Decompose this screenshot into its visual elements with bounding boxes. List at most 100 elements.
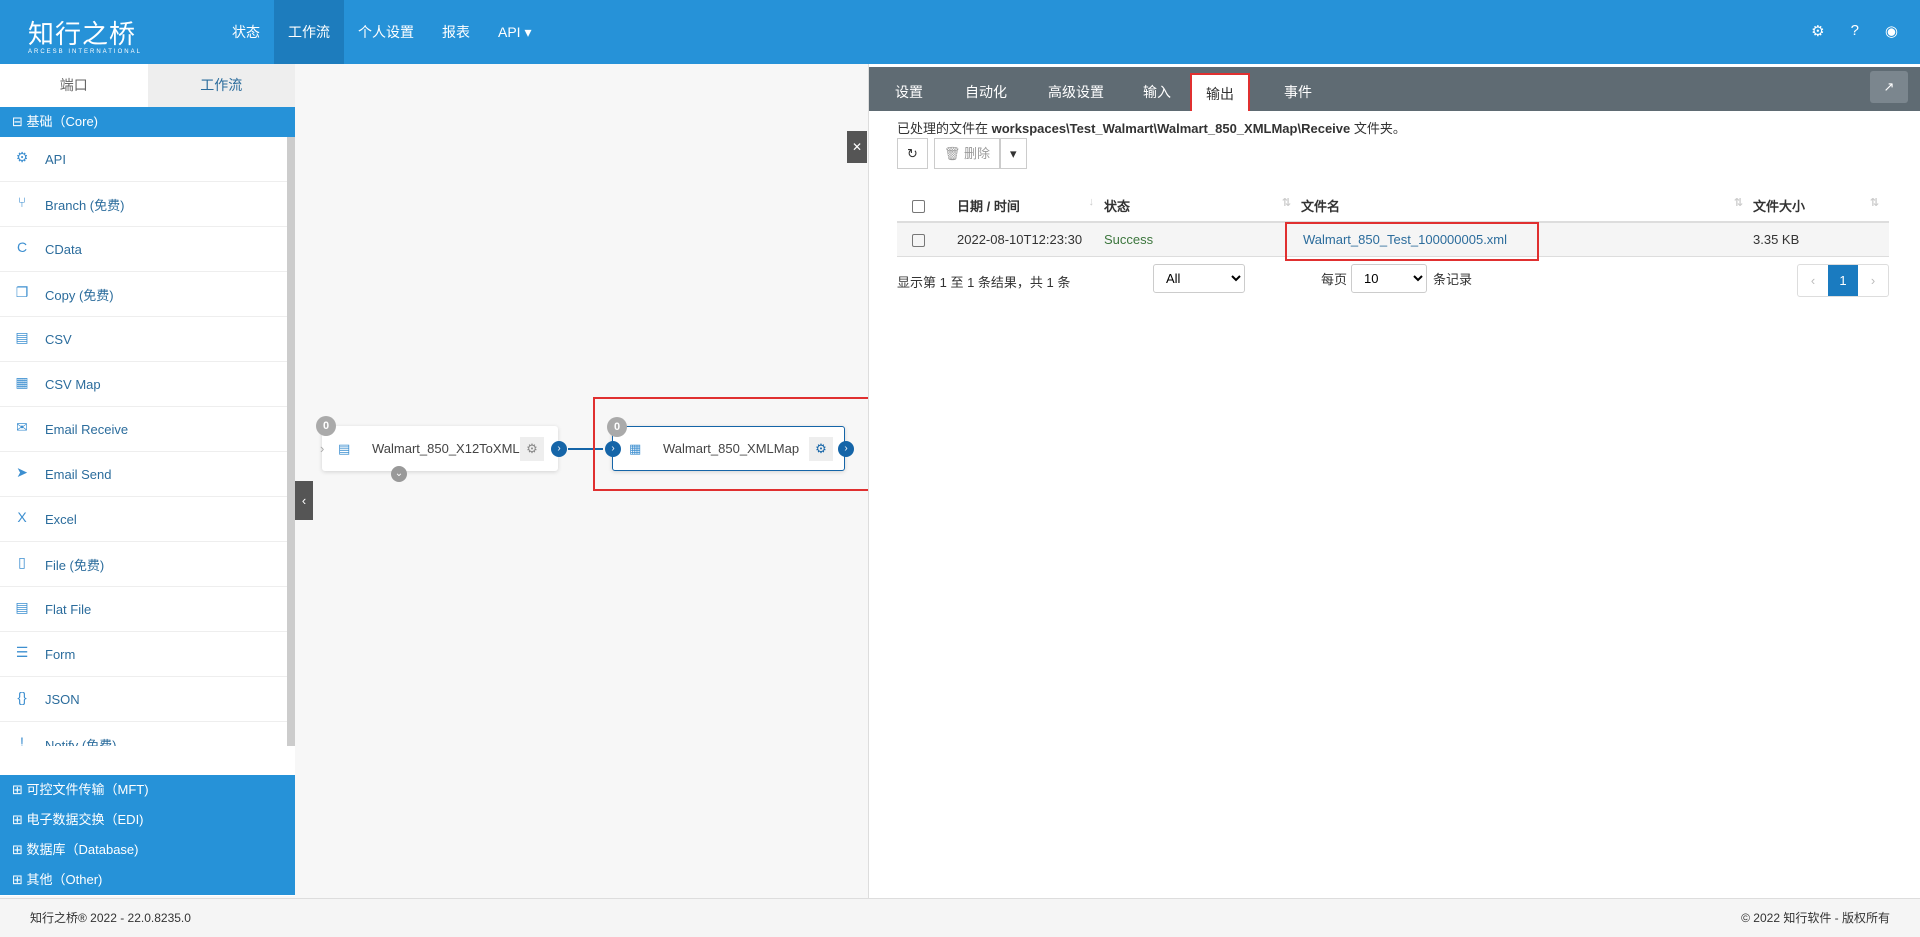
connector-item[interactable]: ⑂ Branch (免费) xyxy=(0,182,287,227)
properties-panel: 设置 自动化 高级设置 输入 输出 事件 ↗ 已处理的文件在 workspace… xyxy=(868,64,1920,898)
tab-input[interactable]: 输入 xyxy=(1143,67,1171,111)
nav-api[interactable]: API ▾ xyxy=(484,0,545,64)
category-list: ⊞ 可控文件传输（MFT) ⊞ 电子数据交换（EDI) ⊞ 数据库（Database… xyxy=(0,775,295,895)
node-name: Walmart_850_XMLMap xyxy=(663,441,800,456)
nav-profile[interactable]: 个人设置 xyxy=(344,0,428,64)
close-panel-button[interactable]: ✕ xyxy=(847,131,867,163)
connector-item[interactable]: ❐ Copy (免费) xyxy=(0,272,287,317)
gear-icon[interactable]: ⚙ xyxy=(1811,22,1824,40)
tab-output[interactable]: 输出 xyxy=(1190,73,1250,111)
connector-icon: ⑂ xyxy=(17,194,27,210)
connector-label: API xyxy=(45,151,66,167)
category-item[interactable]: ⊞ 电子数据交换（EDI) xyxy=(0,805,295,835)
info-prefix: 已处理的文件在 xyxy=(897,121,992,136)
connector-icon: ☰ xyxy=(15,644,29,660)
category-item[interactable]: ⊞ 可控文件传输（MFT) xyxy=(0,775,295,805)
highlight-box xyxy=(1285,222,1539,261)
connector-icon: ⚙ xyxy=(15,149,29,165)
category-core[interactable]: ⊟ 基础（Core) xyxy=(0,107,295,137)
delete-dropdown-button[interactable]: ▾ xyxy=(1000,138,1027,169)
node-xmlmap[interactable]: 0 › ▦ Walmart_850_XMLMap ⚙ › xyxy=(605,417,854,471)
connector-label: Excel xyxy=(45,511,77,527)
col-size[interactable]: 文件大小 ⇅ xyxy=(1753,190,1889,223)
node-settings-icon[interactable]: ⚙ xyxy=(520,436,544,461)
status-filter[interactable]: All xyxy=(1153,264,1245,293)
delete-button[interactable]: 🗑 删除 xyxy=(933,138,1001,169)
sidebar: 端口 工作流 ⊟ 基础（Core) ⚙ API ⑂ Branch (免费) C CData… xyxy=(0,64,295,896)
footer: 知行之桥® 2022 - 22.0.8235.0 © 2022 知行软件 - 版… xyxy=(0,898,1920,937)
connector-item[interactable]: X Excel xyxy=(0,497,287,542)
input-port[interactable]: › xyxy=(320,441,324,456)
tab-events[interactable]: 事件 xyxy=(1284,67,1312,111)
connector-icon: C xyxy=(16,239,28,255)
connector-item[interactable]: ➤ Email Send xyxy=(0,452,287,497)
help-icon[interactable]: ? xyxy=(1851,22,1859,40)
xmlmap-icon: ▦ xyxy=(629,440,642,456)
connector-item[interactable]: ! Notify (免费) xyxy=(0,722,287,746)
logo-subtext: ARCESB INTERNATIONAL xyxy=(28,49,142,55)
external-link-icon[interactable]: ↗ xyxy=(1870,71,1908,103)
col-status[interactable]: 状态 ⇅ xyxy=(1104,190,1301,223)
col-filename[interactable]: 文件名 ⇅ xyxy=(1301,190,1753,223)
connector-label: Email Send xyxy=(45,466,112,482)
nav-status[interactable]: 状态 xyxy=(218,0,274,64)
select-all-checkbox[interactable] xyxy=(912,200,925,214)
connector-label: File (免费) xyxy=(45,557,105,573)
nav-reports[interactable]: 报表 xyxy=(428,0,484,64)
col-date[interactable]: 日期 / 时间 ↓ xyxy=(957,190,1104,223)
pagination: ‹ 1 › xyxy=(1797,264,1889,297)
row-status: Success xyxy=(1104,222,1301,257)
output-port[interactable]: › xyxy=(551,440,567,457)
table-row: 2022-08-10T12:23:30 Success Walmart_850_… xyxy=(897,222,1889,261)
node-count-badge: 0 xyxy=(607,417,627,437)
connector-item[interactable]: ⚙ API xyxy=(0,137,287,182)
node-count-badge: 0 xyxy=(316,416,336,436)
workflow-canvas: ✕ ‹ 0 › ▤ Walmart_850_X12ToXML ⚙ › ⌄ 0 ›… xyxy=(295,64,876,898)
row-size: 3.35 KB xyxy=(1753,222,1889,257)
connector-icon: ▯ xyxy=(18,554,26,570)
node-x12toxml[interactable]: 0 › ▤ Walmart_850_X12ToXML ⚙ › ⌄ xyxy=(316,416,567,482)
next-page-button[interactable]: › xyxy=(1858,265,1888,296)
tab-settings[interactable]: 设置 xyxy=(895,67,923,111)
connector-icon: ✉ xyxy=(16,419,28,435)
connector-item[interactable]: {} JSON xyxy=(0,677,287,722)
refresh-button[interactable]: ↻ xyxy=(897,138,928,169)
tab-automation[interactable]: 自动化 xyxy=(965,67,1007,111)
category-item[interactable]: ⊞ 数据库（Database) xyxy=(0,835,295,865)
prev-page-button[interactable]: ‹ xyxy=(1798,265,1828,296)
connector-icon: ➤ xyxy=(16,464,28,480)
tab-connectors[interactable]: 端口 xyxy=(0,64,148,107)
page-1-button[interactable]: 1 xyxy=(1828,265,1858,296)
main-nav: 状态 工作流 个人设置 报表 API ▾ xyxy=(218,0,545,64)
output-port[interactable]: › xyxy=(838,440,854,457)
connector-list: ⚙ API ⑂ Branch (免费) C CData ❐ Copy (免费) ▤ CSV ▦ CSV… xyxy=(0,137,295,746)
connector-label: Copy (免费) xyxy=(45,287,114,303)
connector-label: Form xyxy=(45,646,76,662)
logo[interactable]: 知行之桥 ARCESB INTERNATIONAL xyxy=(28,14,142,55)
connector-icon: {} xyxy=(17,689,27,705)
tab-workflows[interactable]: 工作流 xyxy=(148,64,296,107)
per-page-select[interactable]: 10 xyxy=(1351,264,1427,293)
records-label: 条记录 xyxy=(1433,272,1473,287)
connector-label: CSV xyxy=(45,331,72,347)
connector-item[interactable]: C CData xyxy=(0,227,287,272)
connector-item[interactable]: ▤ CSV xyxy=(0,317,287,362)
expand-icon[interactable]: ⌄ xyxy=(391,466,407,482)
connector-label: CData xyxy=(45,241,82,257)
connector-item[interactable]: ▦ CSV Map xyxy=(0,362,287,407)
connector-item[interactable]: ☰ Form xyxy=(0,632,287,677)
connector-item[interactable]: ✉ Email Receive xyxy=(0,407,287,452)
tab-advanced[interactable]: 高级设置 xyxy=(1048,67,1104,111)
collapse-sidebar-button[interactable]: ‹ xyxy=(295,481,313,520)
per-page-label: 每页 xyxy=(1321,272,1348,287)
row-checkbox[interactable] xyxy=(912,233,925,247)
folder-path: workspaces\Test_Walmart\Walmart_850_XMLM… xyxy=(991,121,1351,136)
user-icon[interactable]: ◉ xyxy=(1885,22,1898,40)
category-item[interactable]: ⊞ 其他（Other) xyxy=(0,865,295,895)
connector-item[interactable]: ▤ Flat File xyxy=(0,587,287,632)
input-port[interactable]: › xyxy=(605,440,621,457)
node-settings-icon[interactable]: ⚙ xyxy=(809,436,833,461)
connector-icon: ! xyxy=(20,734,24,746)
nav-workflow[interactable]: 工作流 xyxy=(274,0,344,64)
connector-item[interactable]: ▯ File (免费) xyxy=(0,542,287,587)
